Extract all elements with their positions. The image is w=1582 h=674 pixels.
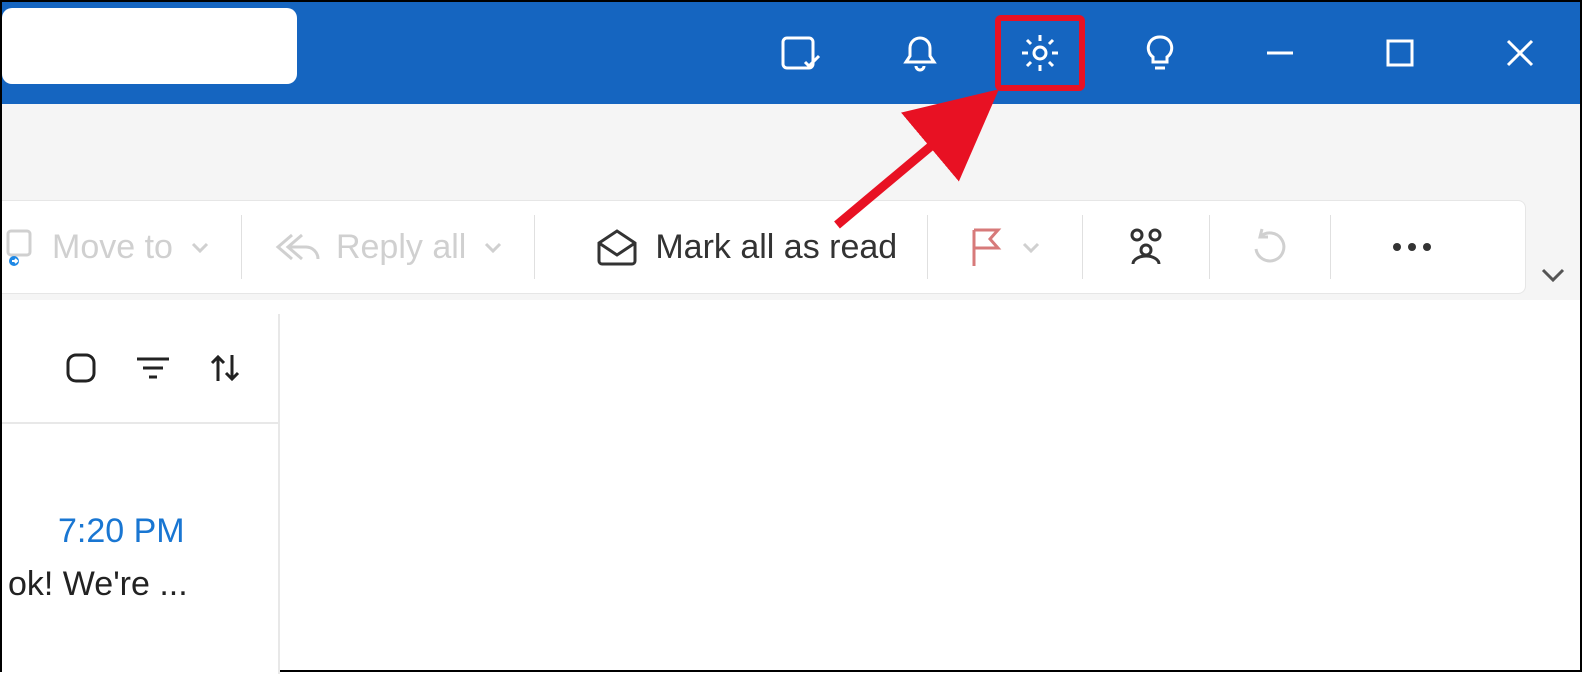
undo-icon <box>1250 227 1290 267</box>
mark-all-read-button[interactable]: Mark all as read <box>535 215 927 279</box>
message-item[interactable]: 7:20 PM ok! We're ... <box>2 512 278 604</box>
select-button[interactable] <box>62 349 100 387</box>
mark-all-read-label: Mark all as read <box>655 228 897 267</box>
chevron-down-icon <box>1020 236 1042 258</box>
annotation-highlight <box>995 15 1085 91</box>
people-icon <box>1123 226 1169 268</box>
list-controls <box>2 314 278 424</box>
flag-icon <box>968 226 1004 268</box>
ribbon-gap <box>2 104 1580 200</box>
ellipsis-icon <box>1391 241 1433 253</box>
move-to-button[interactable]: Move to <box>2 215 241 279</box>
message-list-panel: 7:20 PM ok! We're ... <box>2 314 280 674</box>
collapse-ribbon-button[interactable] <box>1538 260 1568 290</box>
minimize-button[interactable] <box>1220 2 1340 104</box>
command-toolbar: Move to Reply all Mark all as read <box>2 200 1526 294</box>
more-button[interactable] <box>1331 215 1493 279</box>
flag-button[interactable] <box>928 215 1082 279</box>
title-bar <box>2 2 1580 104</box>
people-button[interactable] <box>1083 215 1209 279</box>
undo-button[interactable] <box>1210 215 1330 279</box>
close-button[interactable] <box>1460 2 1580 104</box>
move-to-label: Move to <box>52 228 173 267</box>
reply-all-label: Reply all <box>336 228 466 267</box>
lightbulb-icon <box>1139 32 1181 74</box>
reply-all-button[interactable]: Reply all <box>242 215 534 279</box>
chevron-down-icon <box>189 236 211 258</box>
settings-button[interactable] <box>980 2 1100 104</box>
maximize-button[interactable] <box>1340 2 1460 104</box>
message-time: 7:20 PM <box>58 512 278 551</box>
close-icon <box>1503 36 1537 70</box>
minimize-icon <box>1263 36 1297 70</box>
calendarcheck-button[interactable] <box>740 2 860 104</box>
mail-open-icon <box>595 227 639 267</box>
gear-icon <box>1018 31 1062 75</box>
notifications-button[interactable] <box>860 2 980 104</box>
search-input[interactable] <box>2 8 297 84</box>
message-preview: ok! We're ... <box>8 565 278 604</box>
reply-all-icon <box>272 229 320 265</box>
bell-icon <box>899 32 941 74</box>
tips-button[interactable] <box>1100 2 1220 104</box>
filter-button[interactable] <box>134 353 172 383</box>
calendar-check-icon <box>779 32 821 74</box>
maximize-icon <box>1383 36 1417 70</box>
folder-move-icon <box>6 227 36 267</box>
chevron-down-icon <box>482 236 504 258</box>
sort-button[interactable] <box>206 349 244 387</box>
title-bar-actions <box>740 2 1580 104</box>
toolbar-container: Move to Reply all Mark all as read <box>2 200 1580 300</box>
